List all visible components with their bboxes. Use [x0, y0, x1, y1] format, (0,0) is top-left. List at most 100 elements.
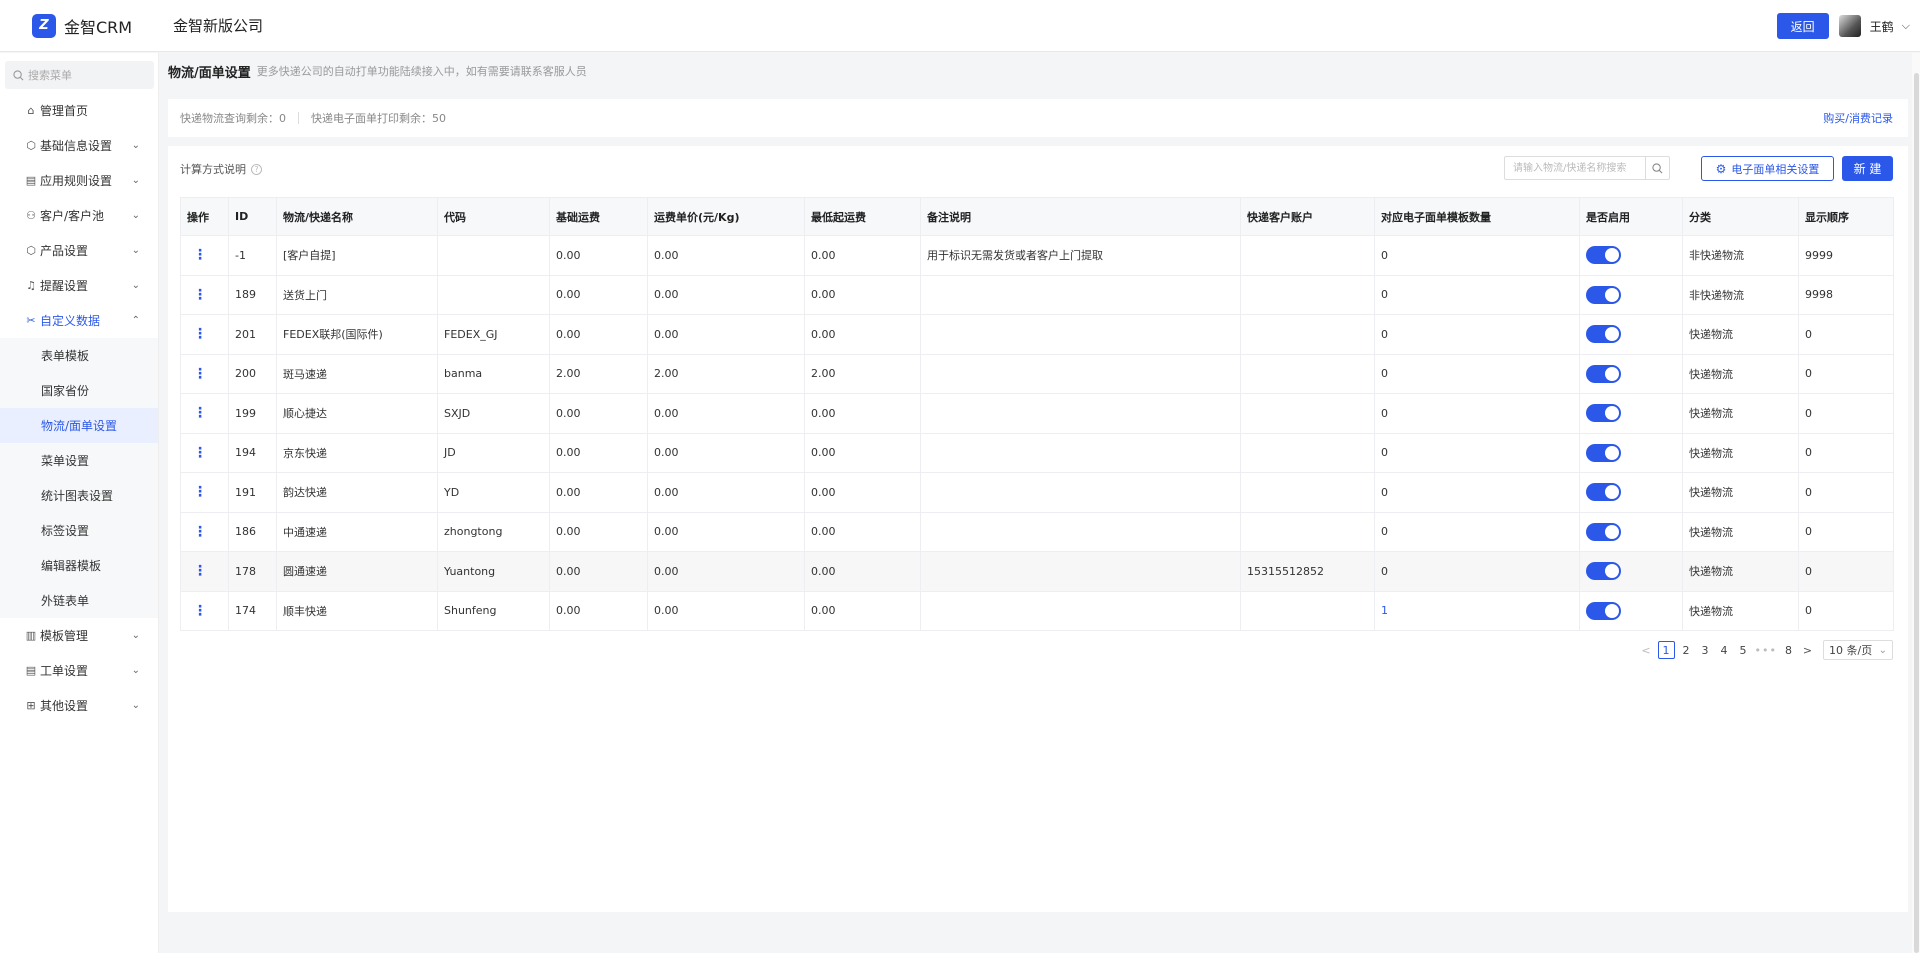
sidebar-item-customers[interactable]: ⚇ 客户/客户池 ⌄: [0, 198, 158, 233]
enabled-toggle[interactable]: [1586, 601, 1621, 620]
avatar[interactable]: [1838, 15, 1861, 37]
page-number[interactable]: 3: [1698, 641, 1713, 659]
page-ellipsis[interactable]: •••: [1755, 641, 1777, 659]
col-header: 对应电子面单模板数量: [1374, 197, 1580, 236]
enabled-toggle[interactable]: [1586, 246, 1621, 265]
new-button[interactable]: 新 建: [1842, 156, 1893, 181]
next-page-icon[interactable]: >: [1800, 641, 1815, 659]
back-button[interactable]: 返回: [1776, 13, 1829, 39]
scrollbar-thumb[interactable]: [1914, 73, 1919, 953]
search-input[interactable]: [1505, 157, 1645, 179]
page-title: 物流/面单设置: [168, 65, 251, 81]
calc-method-label: 计算方式说明: [180, 163, 246, 176]
row-actions-menu[interactable]: ⋮: [180, 472, 229, 513]
col-header: 基础运费: [549, 197, 648, 236]
row-actions-menu[interactable]: ⋮: [180, 274, 229, 315]
row-actions-menu[interactable]: ⋮: [180, 432, 229, 473]
enabled-toggle[interactable]: [1586, 404, 1621, 423]
enabled-toggle[interactable]: [1586, 325, 1621, 344]
cell-account: [1240, 590, 1375, 631]
chevron-down-icon: ⌄: [1878, 644, 1887, 656]
cell-category: 快递物流: [1682, 314, 1799, 355]
custom-data-submenu: 表单模板 国家省份 物流/面单设置 菜单设置 统计图表设置 标签设置 编辑器模板…: [0, 338, 158, 618]
cell-account: [1240, 432, 1375, 473]
calc-method-help[interactable]: 计算方式说明 ?: [180, 161, 262, 177]
cell-unit: 0.00: [647, 314, 805, 355]
page-number[interactable]: 4: [1717, 641, 1732, 659]
row-actions-menu[interactable]: ⋮: [180, 590, 229, 631]
logo[interactable]: Z 金智CRM: [32, 13, 172, 38]
search-button[interactable]: [1645, 157, 1669, 179]
submenu-item-external-form[interactable]: 外链表单: [0, 583, 158, 618]
chevron-down-icon[interactable]: ⌵: [1902, 19, 1910, 33]
menu-search[interactable]: 搜索菜单: [5, 61, 154, 89]
cell-id: 191: [228, 472, 277, 513]
page-size-select[interactable]: 10 条/页 ⌄: [1823, 640, 1893, 660]
cell-templates[interactable]: 1: [1374, 590, 1580, 631]
grid-icon: ⊞: [26, 699, 36, 712]
page-number[interactable]: 1: [1657, 641, 1675, 659]
page-number[interactable]: 2: [1679, 641, 1694, 659]
cell-code: Shunfeng: [437, 590, 550, 631]
cell-code: JD: [437, 432, 550, 473]
page-scrollbar[interactable]: [1912, 53, 1920, 953]
page-number[interactable]: 5: [1736, 641, 1751, 659]
enabled-toggle[interactable]: [1586, 443, 1621, 462]
chevron-down-icon: ⌄: [131, 140, 140, 151]
purchase-record-link[interactable]: 购买/消费记录: [1823, 110, 1893, 126]
sidebar-item-products[interactable]: ⬡ 产品设置 ⌄: [0, 233, 158, 268]
page-number[interactable]: 8: [1781, 641, 1796, 659]
cell-min: 0.00: [804, 393, 921, 434]
cell-enabled: [1579, 551, 1683, 592]
enabled-toggle[interactable]: [1586, 364, 1621, 383]
cell-enabled: [1579, 393, 1683, 434]
pagination: < 1 2 3 4 5 ••• 8 > 10 条/页 ⌄: [1635, 640, 1893, 660]
row-actions-menu[interactable]: ⋮: [180, 393, 229, 434]
cell-account: [1240, 472, 1375, 513]
cell-id: 200: [228, 353, 277, 394]
cell-unit: 0.00: [647, 274, 805, 315]
sidebar-item-app-rules[interactable]: ▤ 应用规则设置 ⌄: [0, 163, 158, 198]
cell-code: [437, 235, 550, 276]
enabled-toggle[interactable]: [1586, 285, 1621, 304]
cell-remark: [920, 472, 1241, 513]
question-icon[interactable]: ?: [251, 163, 262, 175]
cube-icon: ⬡: [26, 139, 36, 152]
cell-order: 0: [1798, 314, 1894, 355]
sidebar-item-ticket-settings[interactable]: ▤ 工单设置 ⌄: [0, 653, 158, 688]
table-row: ⋮ 191 韵达快递 YD 0.00 0.00 0.00 0 快递物流 0: [180, 472, 1894, 513]
row-actions-menu[interactable]: ⋮: [180, 235, 229, 276]
row-actions-menu[interactable]: ⋮: [180, 511, 229, 552]
row-actions-menu[interactable]: ⋮: [180, 314, 229, 355]
cell-order: 9999: [1798, 235, 1894, 276]
chevron-down-icon: ⌄: [131, 280, 140, 291]
sidebar-item-home[interactable]: ⌂ 管理首页: [0, 93, 158, 128]
sidebar-item-other-settings[interactable]: ⊞ 其他设置 ⌄: [0, 688, 158, 723]
user-name[interactable]: 王鹤: [1870, 18, 1894, 35]
cell-base: 0.00: [549, 393, 648, 434]
row-actions-menu[interactable]: ⋮: [180, 551, 229, 592]
cell-remark: 用于标识无需发货或者客户上门提取: [920, 235, 1241, 276]
sidebar-item-template-mgmt[interactable]: ▥ 模板管理 ⌄: [0, 618, 158, 653]
submenu-item-country-province[interactable]: 国家省份: [0, 373, 158, 408]
enabled-toggle[interactable]: [1586, 562, 1621, 581]
submenu-item-editor-template[interactable]: 编辑器模板: [0, 548, 158, 583]
enabled-toggle[interactable]: [1586, 483, 1621, 502]
sidebar-item-reminders[interactable]: ♫ 提醒设置 ⌄: [0, 268, 158, 303]
cell-account: [1240, 353, 1375, 394]
submenu-item-tag-settings[interactable]: 标签设置: [0, 513, 158, 548]
submenu-item-menu-settings[interactable]: 菜单设置: [0, 443, 158, 478]
row-actions-menu[interactable]: ⋮: [180, 353, 229, 394]
sidebar-item-custom-data[interactable]: ✂ 自定义数据 ⌃: [0, 303, 158, 338]
cell-base: 0.00: [549, 511, 648, 552]
prev-page-icon[interactable]: <: [1639, 641, 1654, 659]
enabled-toggle[interactable]: [1586, 522, 1621, 541]
sidebar-item-basic-info[interactable]: ⬡ 基础信息设置 ⌄: [0, 128, 158, 163]
cell-code: zhongtong: [437, 511, 550, 552]
cell-id: 178: [228, 551, 277, 592]
submenu-item-form-template[interactable]: 表单模板: [0, 338, 158, 373]
submenu-item-chart-settings[interactable]: 统计图表设置: [0, 478, 158, 513]
eface-settings-button[interactable]: ⚙ 电子面单相关设置: [1701, 156, 1834, 181]
submenu-item-logistics[interactable]: 物流/面单设置: [0, 408, 158, 443]
cell-templates: 0: [1374, 472, 1580, 513]
